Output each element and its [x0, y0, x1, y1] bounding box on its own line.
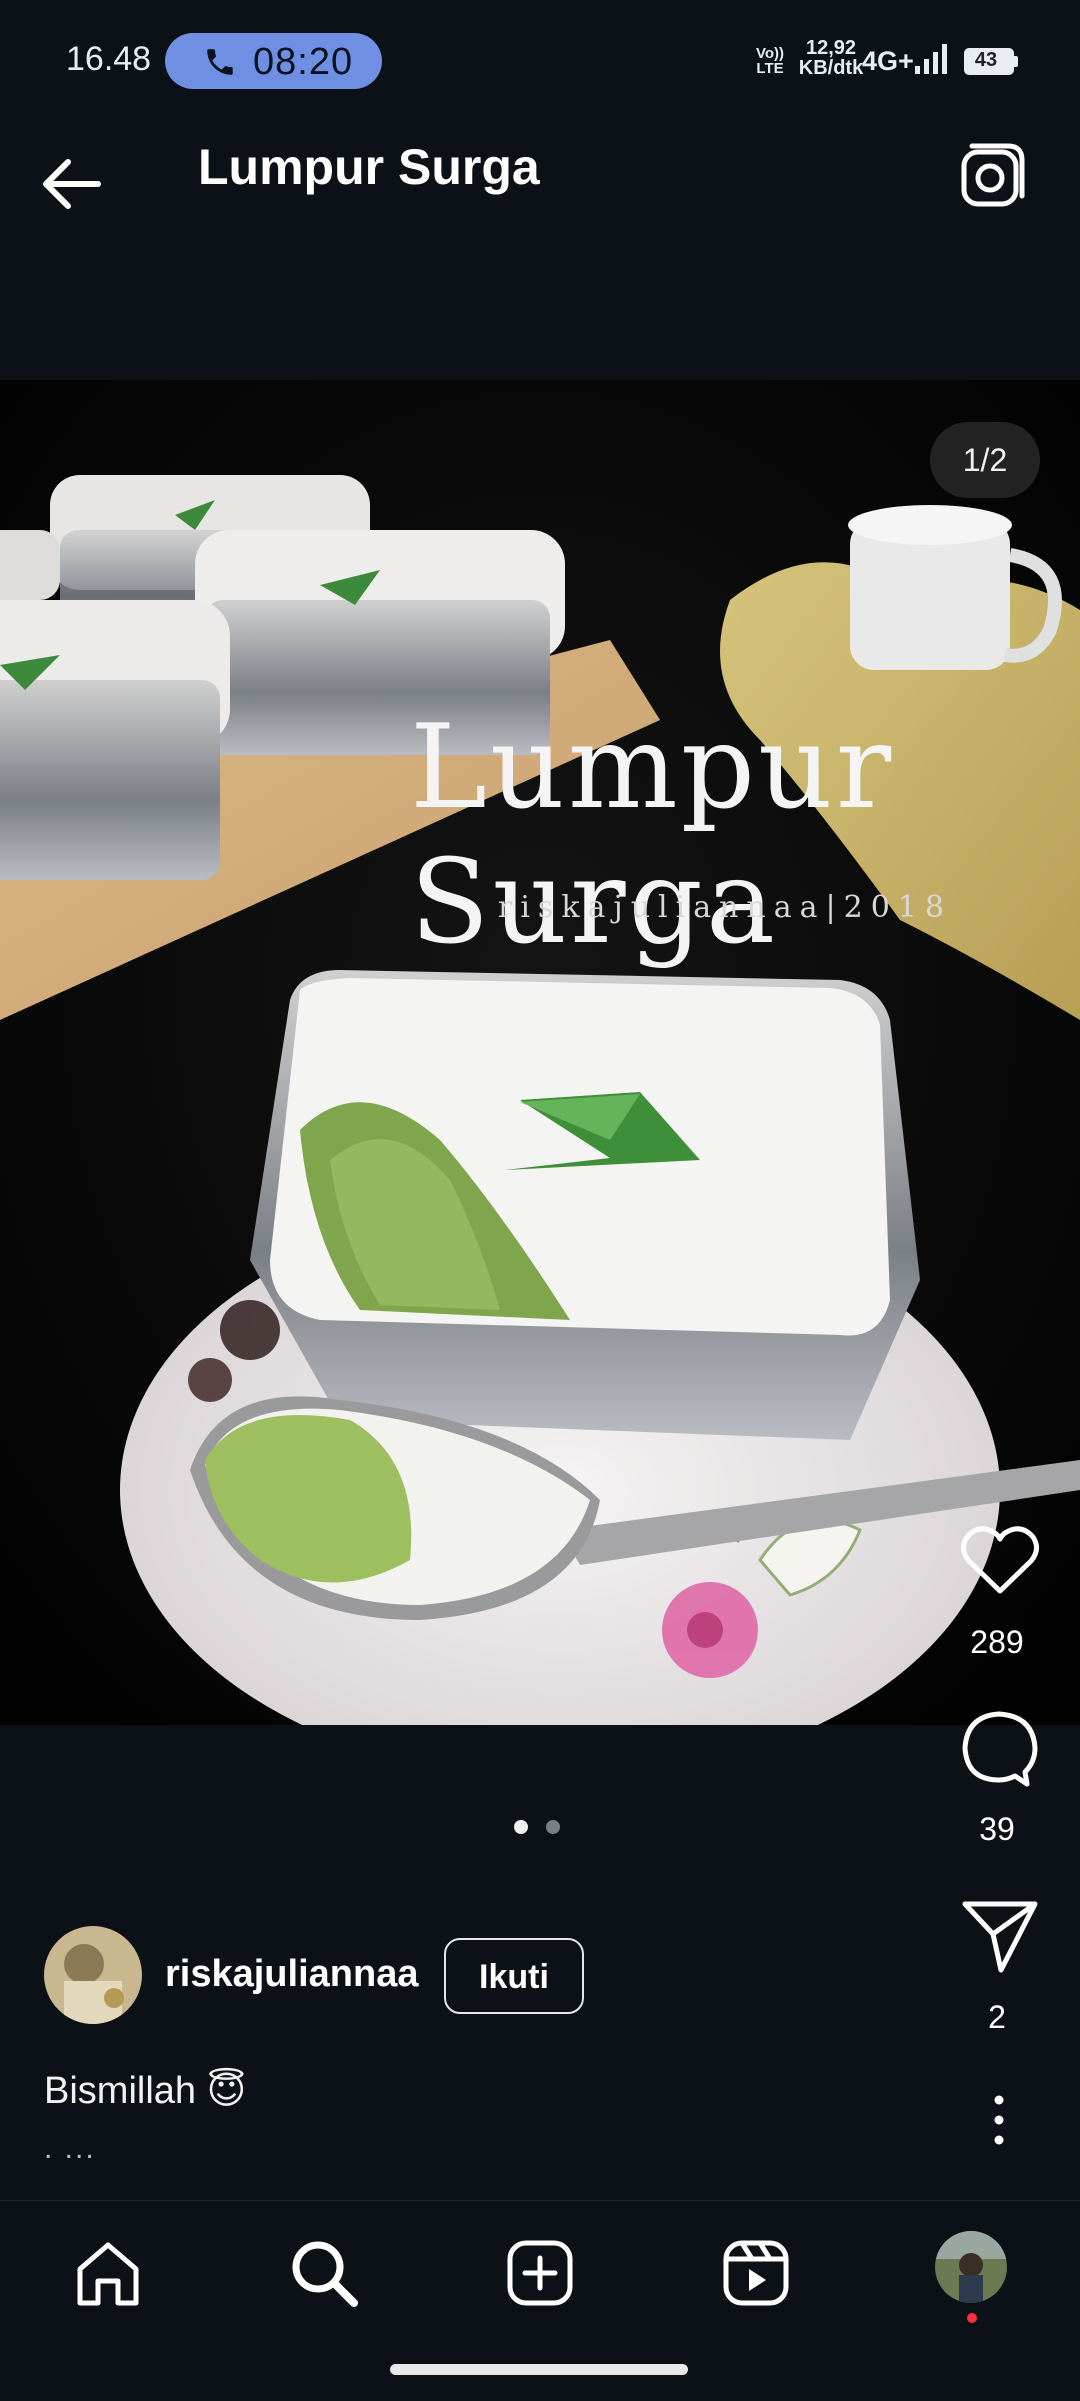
nav-home-button[interactable]	[68, 2233, 148, 2313]
search-icon	[292, 2241, 358, 2307]
comment-icon	[962, 1711, 1038, 1787]
watermark-title: Lumpur Surga	[410, 700, 895, 970]
reels-icon	[723, 2240, 789, 2306]
camera-button[interactable]	[950, 134, 1036, 220]
ongoing-call-pill[interactable]: 08:20	[165, 33, 382, 89]
carousel-dots	[514, 1820, 578, 1839]
add-post-icon	[507, 2240, 573, 2306]
network-speed: 12,92 KB/dtk	[796, 38, 866, 78]
more-options-button[interactable]	[984, 2090, 1014, 2150]
network-speed-unit: KB/dtk	[798, 57, 864, 79]
network-speed-value: 12,92	[805, 37, 857, 59]
profile-avatar-image	[935, 2231, 1007, 2303]
like-button[interactable]	[955, 1515, 1045, 1605]
post-caption[interactable]: Bismillah 😇	[44, 2068, 246, 2113]
arrow-left-icon	[43, 159, 101, 209]
home-icon	[77, 2242, 139, 2306]
watermark-subtitle: riskajuliannaa|2018	[498, 890, 952, 925]
battery-level: 43	[974, 49, 998, 71]
status-bar: 16.48 08:20 Vo)) LTE 12,92 KB/dtk 4G+ 43	[0, 0, 1080, 92]
share-button[interactable]	[955, 1890, 1045, 1980]
call-duration: 08:20	[253, 41, 354, 83]
user-avatar[interactable]	[44, 1926, 142, 2024]
header: Lumpur Surga	[0, 92, 1080, 242]
battery-icon: 43	[964, 48, 1014, 75]
comment-count: 39	[979, 1811, 1015, 1847]
nav-search-button[interactable]	[284, 2233, 364, 2313]
carousel-dot-active	[514, 1820, 528, 1834]
post-image[interactable]: 1/2 Lumpur Surga riskajuliannaa|2018	[0, 380, 1080, 1725]
nav-reels-button[interactable]	[716, 2233, 796, 2313]
back-button[interactable]	[36, 144, 116, 224]
username[interactable]: riskajuliannaa	[165, 1953, 418, 1996]
page-title: Lumpur Surga	[198, 139, 540, 195]
avatar-image	[44, 1926, 142, 2024]
send-icon	[962, 1901, 1038, 1973]
battery-tip	[1014, 56, 1018, 67]
image-counter: 1/2	[930, 422, 1040, 498]
share-count: 2	[988, 1999, 1006, 2035]
volte-indicator: Vo)) LTE	[755, 45, 785, 77]
carousel-dot	[546, 1820, 560, 1834]
nav-create-button[interactable]	[500, 2233, 580, 2313]
home-indicator[interactable]	[390, 2364, 688, 2375]
network-type: 4G+	[862, 46, 914, 76]
camera-icon	[961, 143, 1025, 207]
status-time: 16.48	[66, 40, 152, 78]
signal-icon	[915, 44, 947, 74]
caption-more[interactable]: . ...	[44, 2132, 96, 2166]
follow-button[interactable]: Ikuti	[444, 1938, 584, 2014]
nav-profile-button[interactable]	[935, 2231, 1007, 2303]
comment-button[interactable]	[955, 1702, 1045, 1792]
like-count: 289	[970, 1624, 1024, 1660]
notification-dot	[967, 2313, 977, 2323]
dessert-photo-illustration	[0, 380, 1080, 1725]
more-vertical-icon	[994, 2095, 1004, 2145]
phone-icon	[207, 49, 233, 75]
heart-icon	[961, 1526, 1039, 1594]
